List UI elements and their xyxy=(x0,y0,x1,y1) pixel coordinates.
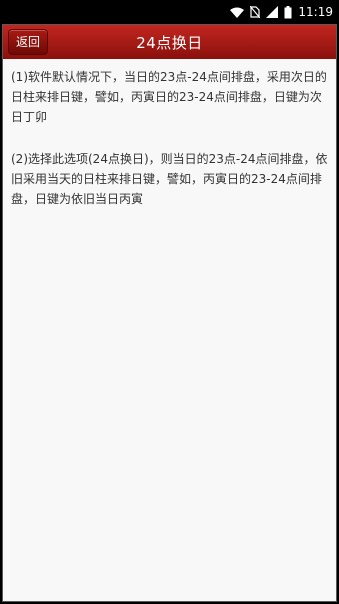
app-window: 返回 24点换日 (1)软件默认情况下，当日的23点-24点间排盘，采用次日的日… xyxy=(2,24,337,602)
signal-icon xyxy=(266,6,279,18)
back-button[interactable]: 返回 xyxy=(8,29,49,55)
wifi-icon xyxy=(230,7,245,18)
title-bar: 返回 24点换日 xyxy=(3,25,336,59)
no-sim-icon xyxy=(250,6,261,18)
page-title: 24点换日 xyxy=(136,33,203,52)
status-bar: 11:19 xyxy=(0,0,339,24)
battery-icon xyxy=(284,5,292,19)
content-area: (1)软件默认情况下，当日的23点-24点间排盘，采用次日的日柱来排日键，譬如，… xyxy=(3,59,336,209)
paragraph-default: (1)软件默认情况下，当日的23点-24点间排盘，采用次日的日柱来排日键，譬如，… xyxy=(11,70,327,124)
phone-screen: 11:19 返回 24点换日 (1)软件默认情况下，当日的23点-24点间排盘，… xyxy=(0,0,339,604)
status-time: 11:19 xyxy=(298,5,333,19)
paragraph-option: (2)选择此选项(24点换日)，则当日的23点-24点间排盘，依旧采用当天的日柱… xyxy=(11,152,328,206)
